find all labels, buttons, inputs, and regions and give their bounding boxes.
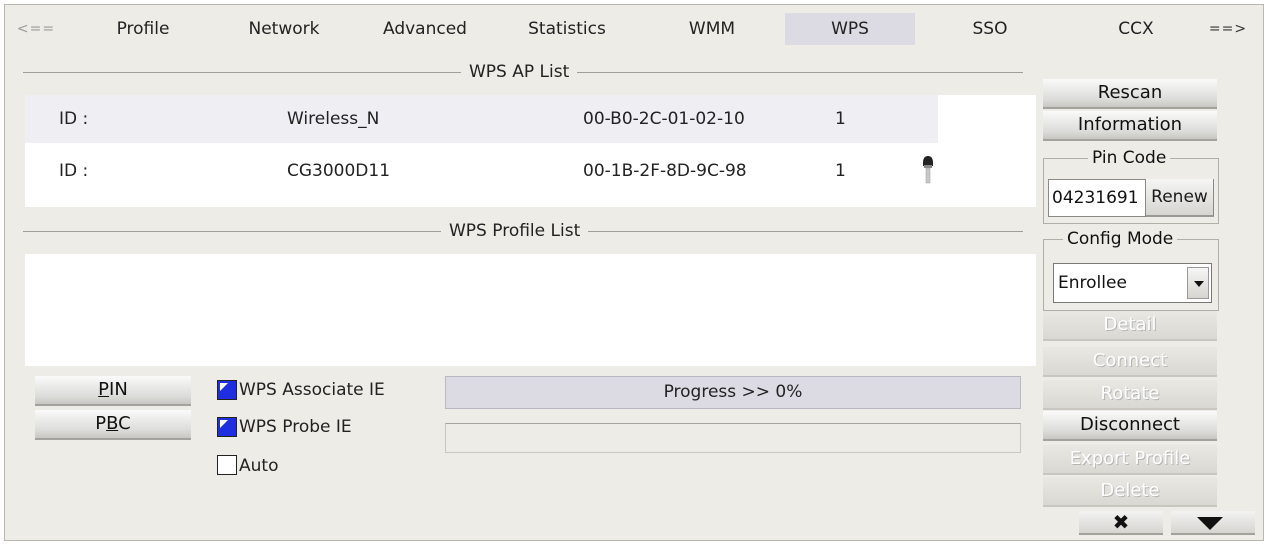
ap-list-row[interactable]: ID : CG3000D11 00-1B-2F-8D-9C-98 1 [25, 147, 938, 195]
ap-channel: 1 [835, 109, 846, 129]
ap-id-label: ID : [59, 109, 89, 129]
tab-scroll-left[interactable]: <== [11, 13, 61, 45]
collapse-button[interactable] [1171, 511, 1255, 535]
rescan-button[interactable]: Rescan [1043, 79, 1217, 109]
pbc-button-rest: C [118, 413, 131, 434]
progress-bar-secondary [445, 423, 1021, 453]
progress-bar: Progress >> 0% [445, 376, 1021, 409]
pbc-button[interactable]: PBC [35, 410, 191, 440]
ap-list-row[interactable]: ID : Wireless_N 00-B0-2C-01-02-10 1 [25, 95, 938, 143]
ap-channel: 1 [835, 161, 846, 181]
tab-scroll-right[interactable]: ==> [1201, 13, 1255, 45]
disconnect-button[interactable]: Disconnect [1043, 411, 1217, 441]
information-button[interactable]: Information [1043, 111, 1217, 141]
tab-network[interactable]: Network [231, 13, 337, 45]
export-profile-button[interactable]: Export Profile [1043, 445, 1217, 475]
wps-window: <== Profile Network Advanced Statistics … [4, 4, 1264, 541]
ap-ssid: CG3000D11 [287, 161, 391, 181]
associate-ie-checkbox[interactable] [217, 380, 237, 400]
ap-id-label: ID : [59, 161, 89, 181]
config-mode-value: Enrollee [1058, 273, 1127, 293]
auto-checkbox[interactable] [217, 455, 237, 475]
triangle-down-icon [1197, 517, 1223, 530]
profile-list[interactable] [25, 254, 1036, 366]
tab-profile[interactable]: Profile [93, 13, 193, 45]
pin-code-legend: Pin Code [1088, 148, 1171, 168]
ap-list-title: WPS AP List [461, 61, 578, 83]
tab-statistics[interactable]: Statistics [507, 13, 627, 45]
profile-list-title: WPS Profile List [441, 220, 589, 242]
config-mode-select[interactable]: Enrollee [1053, 263, 1212, 303]
detail-button[interactable]: Detail [1043, 311, 1217, 341]
probe-ie-label: WPS Probe IE [239, 417, 352, 437]
pin-code-field: 04231691 [1048, 179, 1146, 217]
ap-bssid: 00-B0-2C-01-02-10 [583, 109, 745, 129]
associate-ie-label: WPS Associate IE [239, 380, 385, 400]
rotate-button[interactable]: Rotate [1043, 380, 1217, 410]
pbc-button-mnemonic: B [106, 413, 119, 434]
delete-button[interactable]: Delete [1043, 477, 1217, 507]
pin-button-mnemonic: P [98, 379, 110, 400]
pin-button-rest: IN [109, 379, 128, 400]
config-mode-legend: Config Mode [1063, 229, 1178, 249]
ap-bssid: 00-1B-2F-8D-9C-98 [583, 161, 747, 181]
ap-ssid: Wireless_N [287, 109, 380, 129]
pin-button[interactable]: PIN [35, 376, 191, 406]
close-icon: ✖ [1112, 510, 1130, 534]
connect-button[interactable]: Connect [1043, 347, 1217, 377]
tab-wmm[interactable]: WMM [657, 13, 767, 45]
chevron-down-icon[interactable] [1187, 267, 1209, 299]
tab-sso[interactable]: SSO [935, 13, 1045, 45]
tab-advanced[interactable]: Advanced [367, 13, 483, 45]
key-icon [923, 156, 933, 184]
close-button[interactable]: ✖ [1079, 511, 1163, 535]
pbc-button-prefix: P [95, 413, 107, 434]
ap-list: ID : Wireless_N 00-B0-2C-01-02-10 1 ID :… [25, 95, 1036, 207]
tab-wps[interactable]: WPS [785, 13, 915, 45]
auto-label: Auto [239, 456, 279, 476]
tab-ccx[interactable]: CCX [1081, 13, 1191, 45]
probe-ie-checkbox[interactable] [217, 417, 237, 437]
renew-button[interactable]: Renew [1146, 179, 1214, 217]
tab-bar: <== Profile Network Advanced Statistics … [5, 5, 1263, 53]
